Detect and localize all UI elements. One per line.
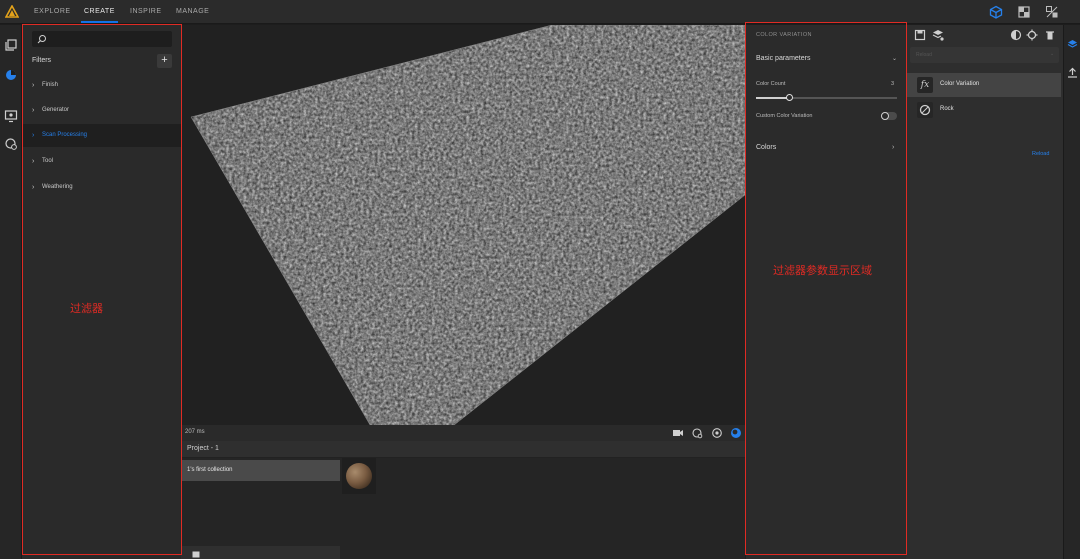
filter-category-label: Tool [42,158,54,164]
viewport-status-bar: 207 ms [181,425,745,441]
split-view-icon[interactable] [1045,5,1059,19]
color-count-value: 3 [891,81,895,87]
chevron-right-icon: › [32,184,35,191]
layer-item-rock[interactable]: Rock [906,98,1061,122]
filters-icon[interactable] [4,68,18,82]
layers-icon[interactable] [1067,39,1078,50]
contrast-icon[interactable] [1010,29,1022,41]
slider-fill [756,97,790,99]
bake-icon[interactable] [1026,29,1038,41]
layers-panel: Reload ⌄ fx Color Variation Rock Reload [906,25,1063,559]
project-area: 1's first collection [181,458,745,559]
right-rail [1063,25,1080,559]
search-icon [37,35,46,44]
folder-icon[interactable] [192,550,200,558]
rock-material-ball [346,463,372,489]
panel-title: COLOR VARIATION [756,32,812,38]
save-icon[interactable] [914,29,926,41]
filter-parameters-panel: COLOR VARIATION Basic parameters ⌄ Color… [745,25,906,559]
annotation-label-parameters: 过滤器参数显示区域 [773,264,872,277]
add-filter-button[interactable]: + [157,54,172,68]
top-bar: EXPLORE CREATE INSPIRE MANAGE [0,0,1080,24]
chevron-right-icon[interactable]: › [892,144,894,151]
filters-title: Filters [32,57,52,64]
filters-panel: Filters + › Finish › Generator › Scan Pr… [22,25,181,559]
2d-view-icon[interactable] [1017,5,1031,19]
chevron-down-icon: ⌄ [1050,51,1055,57]
basic-parameters-header[interactable]: Basic parameters [756,55,810,62]
fx-icon: fx [917,77,933,93]
collection-item[interactable]: 1's first collection [181,460,340,481]
layer-label: Color Variation [940,81,980,87]
material-sphere-icon[interactable] [730,427,742,439]
custom-color-variation-label: Custom Color Variation [756,113,813,119]
tab-inspire[interactable]: INSPIRE [130,0,162,24]
library-icon[interactable] [4,38,18,52]
app-logo-icon[interactable] [5,5,19,19]
environment-icon[interactable] [711,427,723,439]
camera-icon[interactable] [672,427,684,439]
filter-category-tool[interactable]: › Tool [22,150,181,173]
render-icon[interactable] [4,109,18,123]
material-thumbnail[interactable] [342,458,376,494]
project-header: Project - 1 [181,441,745,458]
filter-category-label: Scan Processing [42,132,88,138]
material-plane-preview [190,25,745,425]
lighting-icon[interactable] [691,427,703,439]
project-title: Project - 1 [187,445,219,452]
color-count-slider[interactable] [756,94,897,101]
filter-category-label: Finish [42,82,59,88]
material-ball-glyph [919,104,931,116]
tab-manage[interactable]: MANAGE [176,0,209,24]
chevron-right-icon: › [32,82,35,89]
material-ball-icon [917,102,933,118]
environment-settings-icon[interactable] [4,137,18,151]
color-count-label: Color Count [756,81,786,87]
reload-link[interactable]: Reload [1032,151,1049,157]
filter-category-generator[interactable]: › Generator [22,99,181,122]
layers-settings-icon[interactable] [932,29,944,41]
layer-item-color-variation[interactable]: fx Color Variation [906,73,1061,97]
filter-category-scan-processing[interactable]: › Scan Processing [22,124,181,147]
chevron-down-icon[interactable]: ⌄ [892,55,897,62]
tab-create[interactable]: CREATE [81,0,118,24]
collection-footer [181,546,340,559]
layer-dropdown[interactable]: Reload ⌄ [910,47,1059,63]
tab-explore[interactable]: EXPLORE [34,0,71,24]
3d-view-icon[interactable] [989,5,1003,19]
chevron-right-icon: › [32,132,35,139]
search-input[interactable] [32,31,172,47]
collection-label: 1's first collection [187,467,233,473]
chevron-right-icon: › [32,107,35,114]
left-rail [0,25,22,559]
render-time: 207 ms [185,429,205,435]
filter-category-finish[interactable]: › Finish [22,74,181,97]
export-icon[interactable] [1067,67,1078,78]
dropdown-value: Reload [916,52,932,58]
slider-handle[interactable] [786,94,794,101]
filter-category-weathering[interactable]: › Weathering [22,176,181,199]
annotation-label-filters: 过滤器 [70,302,103,315]
toggle-knob [881,112,889,120]
filter-category-label: Generator [42,107,70,113]
chevron-right-icon: › [32,158,35,165]
colors-section-header[interactable]: Colors [756,144,776,151]
custom-color-variation-toggle[interactable] [881,112,897,120]
filter-category-label: Weathering [42,184,73,190]
3d-viewport[interactable] [181,25,745,425]
trash-icon[interactable] [1044,29,1056,41]
layer-label: Rock [940,106,954,112]
